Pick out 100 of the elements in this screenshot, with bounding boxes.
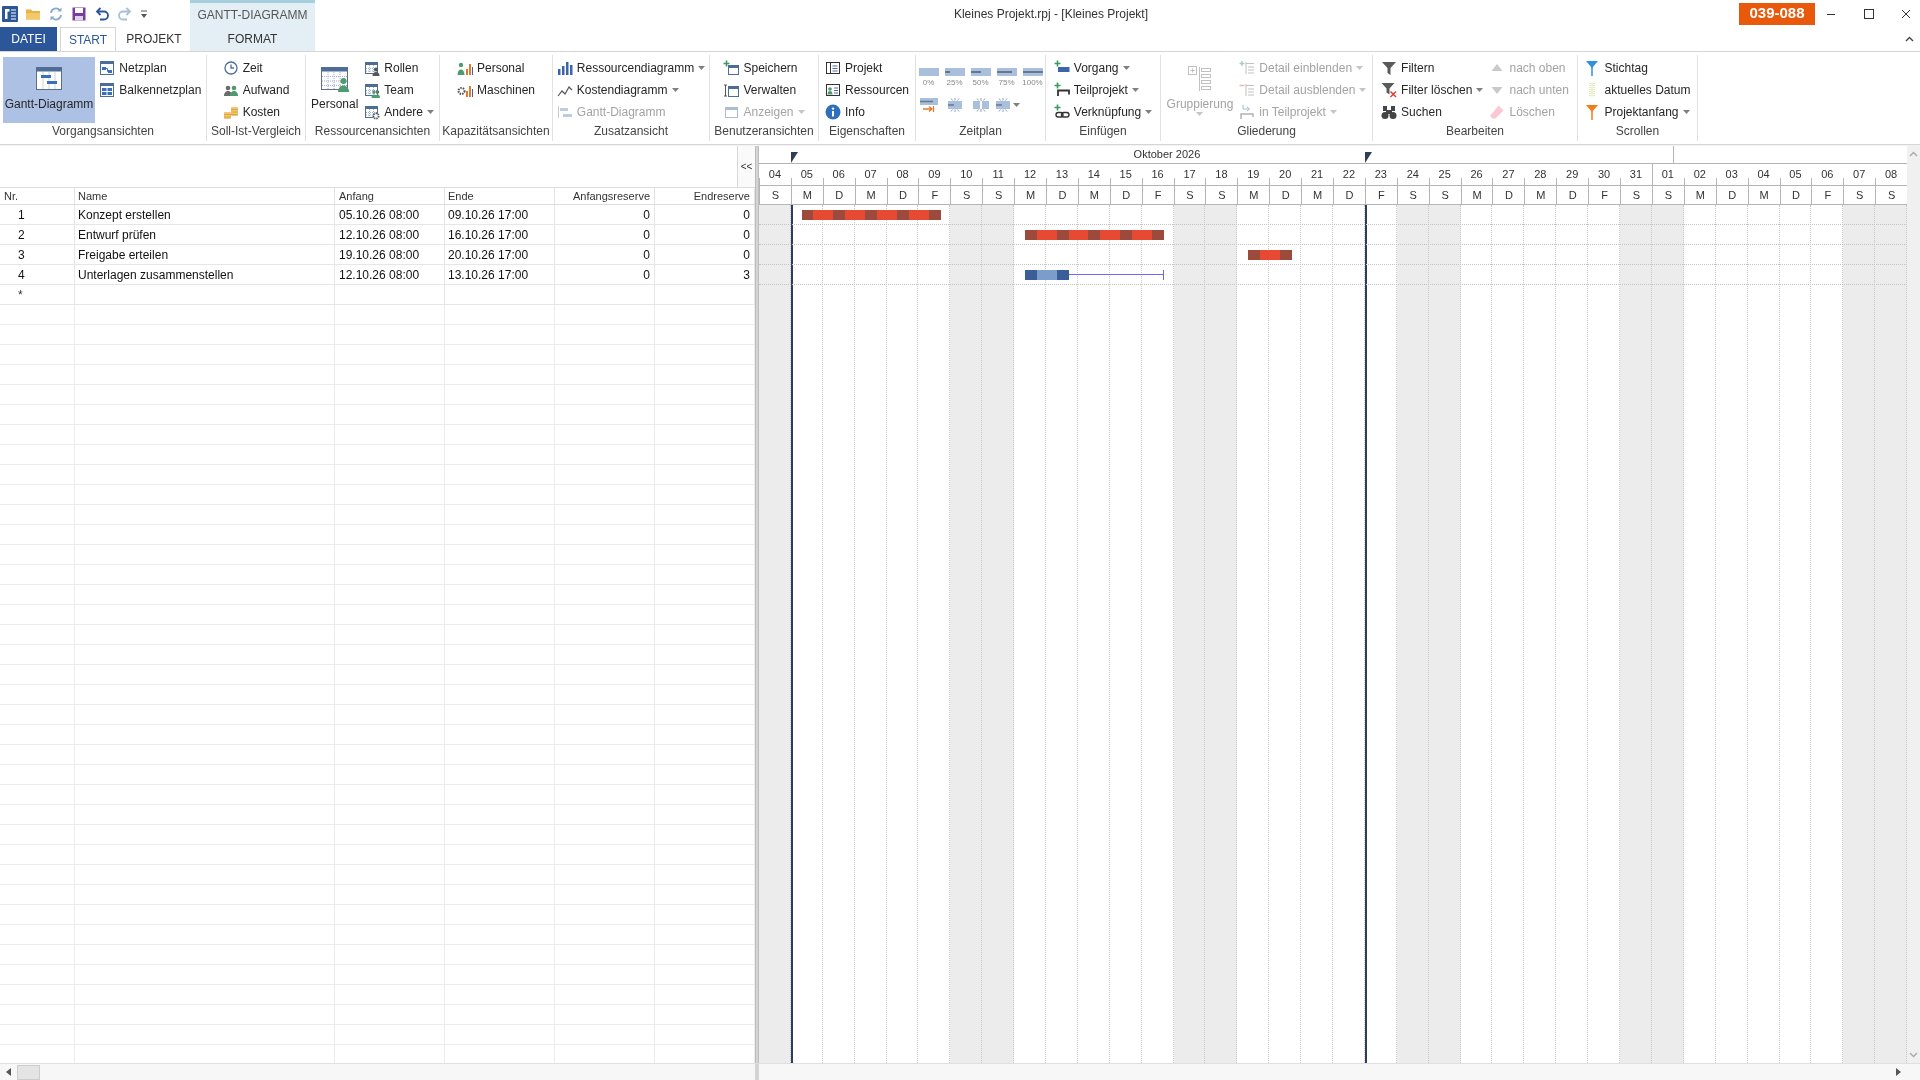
ribbon-button[interactable]: Vorgang xyxy=(1051,57,1155,79)
ribbon-button[interactable]: Zeit xyxy=(220,57,292,79)
new-row-marker: * xyxy=(18,286,23,304)
ribbon-button[interactable]: Balkennetzplan xyxy=(97,79,204,101)
weekday-label: D xyxy=(1122,187,1131,203)
weekday-label: S xyxy=(1409,187,1417,203)
task-bar[interactable] xyxy=(1247,250,1292,260)
save-icon[interactable] xyxy=(71,5,87,22)
ribbon-button[interactable]: Ressourcen xyxy=(823,79,911,101)
ribbon-button[interactable]: Projektanfang xyxy=(1582,101,1693,123)
eraser-icon xyxy=(1489,104,1506,120)
day-number: 16 xyxy=(1151,167,1164,183)
weekday-label: M xyxy=(1472,187,1482,203)
ribbon-button[interactable]: Verknüpfung xyxy=(1051,101,1155,123)
weekday-label: D xyxy=(1504,187,1513,203)
pin-marker-icon xyxy=(1584,104,1601,120)
day-number: 14 xyxy=(1087,167,1100,183)
document-window-icon xyxy=(825,60,841,76)
table-cell: Freigabe erteilen xyxy=(75,245,335,264)
ribbon-button[interactable]: Rollen xyxy=(362,57,437,79)
refresh-icon[interactable] xyxy=(48,5,64,22)
ribbon-button[interactable]: Ressourcendiagramm xyxy=(554,57,708,79)
weekday-label: M xyxy=(1026,187,1036,203)
ribbon-button[interactable]: Netzplan xyxy=(97,57,204,79)
weekday-label: D xyxy=(1281,187,1290,203)
weekday-label: M xyxy=(1759,187,1769,203)
task-bar[interactable] xyxy=(1024,270,1069,280)
day-number: 26 xyxy=(1470,167,1483,183)
ribbon-button[interactable]: Stichtag xyxy=(1582,57,1693,79)
ribbon-button[interactable]: Projekt xyxy=(823,57,911,79)
table-cell: 16.10.26 17:00 xyxy=(445,225,555,244)
day-number: 13 xyxy=(1055,167,1069,183)
ribbon-button[interactable]: Maschinen xyxy=(455,79,537,101)
ribbon-button[interactable]: Teilprojekt xyxy=(1051,79,1155,101)
maximize-icon[interactable] xyxy=(1864,8,1874,19)
weekday-label: M xyxy=(802,187,812,203)
clock-icon xyxy=(222,60,239,76)
person-bars-icon xyxy=(457,60,473,76)
ribbon-button[interactable]: Filter löschen xyxy=(1379,79,1486,101)
window-bracket-icon xyxy=(723,82,740,98)
triangle-right-icon[interactable] xyxy=(1896,1068,1901,1076)
vertical-scrollbar[interactable] xyxy=(1907,146,1920,1063)
close-icon[interactable] xyxy=(1900,8,1911,19)
ribbon-button[interactable]: Suchen xyxy=(1379,101,1486,123)
ribbon-tab[interactable]: DATEI xyxy=(0,27,57,51)
weekday-label: S xyxy=(963,187,971,203)
ribbon-button[interactable]: Kostendiagramm xyxy=(554,79,708,101)
ribbon-button[interactable]: 75% xyxy=(994,57,1019,91)
chevron-down-icon[interactable] xyxy=(1909,1052,1918,1058)
ribbon-button[interactable]: Kosten xyxy=(220,101,292,123)
ribbon-button[interactable]: Team xyxy=(362,79,437,101)
info-icon xyxy=(825,104,841,120)
scrollbar-thumb[interactable] xyxy=(17,1064,40,1080)
day-number: 10 xyxy=(960,167,973,183)
collapse-table-button[interactable]: << xyxy=(737,146,755,187)
weekday-label: S xyxy=(1664,187,1673,203)
table-cell: 1 xyxy=(0,205,75,224)
ribbon-button[interactable]: 0% xyxy=(916,57,941,91)
table-people-icon xyxy=(364,82,381,98)
ribbon-button[interactable]: Personal xyxy=(308,57,361,123)
day-number: 04 xyxy=(768,167,782,183)
table-cell: 0 xyxy=(555,265,655,284)
chevron-up-icon[interactable] xyxy=(1905,36,1914,42)
bar-burst-icon xyxy=(993,98,1012,112)
filter-icon xyxy=(1381,60,1398,76)
ribbon-button[interactable]: aktuelles Datum xyxy=(1582,79,1693,101)
weekday-label: M xyxy=(866,187,876,203)
ribbon-tab[interactable]: FORMAT xyxy=(190,27,315,51)
redo-icon[interactable] xyxy=(117,5,133,22)
ribbon-button[interactable]: Gantt-Diagramm xyxy=(2,57,96,123)
column-header: Anfangsreserve xyxy=(555,188,655,204)
ribbon-button[interactable]: Andere xyxy=(362,101,437,123)
ribbon-button[interactable]: 25% xyxy=(942,57,967,91)
ribbon-button[interactable]: 50% xyxy=(968,57,993,91)
day-number: 05 xyxy=(1789,167,1802,183)
table-gear-icon xyxy=(364,104,381,120)
weekday-label: S xyxy=(771,187,780,203)
ribbon-button[interactable]: Personal xyxy=(455,57,537,79)
ribbon-tab[interactable]: PROJEKT xyxy=(118,27,190,51)
ribbon-tab[interactable]: START xyxy=(60,27,116,52)
ribbon-button[interactable]: Speichern xyxy=(721,57,807,79)
ribbon-button[interactable]: Verwalten xyxy=(721,79,807,101)
coins-icon xyxy=(222,104,239,120)
day-number: 23 xyxy=(1374,167,1387,183)
undo-icon[interactable] xyxy=(94,5,110,22)
weekday-label: M xyxy=(1695,187,1705,203)
triangle-left-icon[interactable] xyxy=(6,1068,11,1076)
customize-caret-icon[interactable] xyxy=(140,8,148,19)
ribbon-button[interactable]: Filtern xyxy=(1379,57,1486,79)
app-logo-icon[interactable] xyxy=(2,5,18,22)
day-number: 30 xyxy=(1597,167,1611,183)
ribbon-button[interactable]: 100% xyxy=(1020,57,1045,91)
ribbon-button[interactable]: Info xyxy=(823,101,911,123)
day-number: 11 xyxy=(992,167,1004,183)
column-header: Ende xyxy=(445,188,555,204)
group-label: Kapazitätsansichten xyxy=(442,124,550,139)
table-cell: Konzept erstellen xyxy=(75,205,335,224)
add-link-icon xyxy=(1053,104,1070,120)
weekday-label: M xyxy=(1249,187,1259,203)
ribbon-button[interactable]: Aufwand xyxy=(220,79,292,101)
